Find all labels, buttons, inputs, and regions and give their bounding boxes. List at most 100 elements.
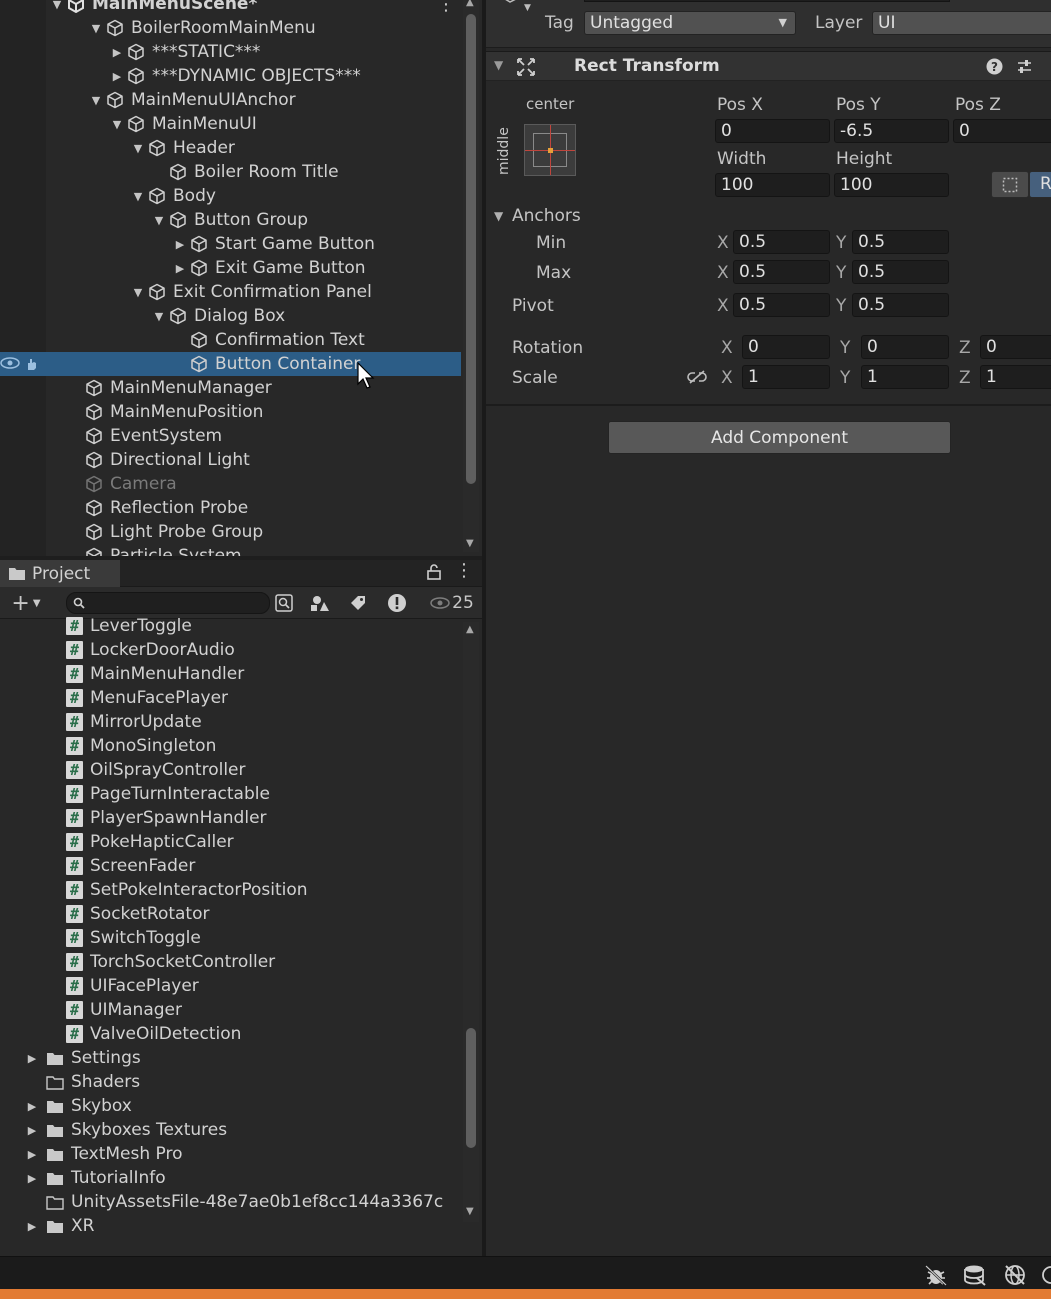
hierarchy-item[interactable]: Camera: [0, 472, 461, 496]
hierarchy-item[interactable]: MainMenuManager: [0, 376, 461, 400]
hierarchy-item[interactable]: ▶ Exit Game Button: [0, 256, 461, 280]
rect-transform-header[interactable]: ▼ Rect Transform ?: [486, 51, 1051, 81]
collapse-arrow-icon[interactable]: ▼: [50, 0, 64, 11]
scroll-down-icon[interactable]: ▼: [466, 1206, 474, 1217]
script-item[interactable]: # UIManager: [0, 998, 461, 1022]
collapse-arrow-icon[interactable]: ▼: [89, 93, 103, 107]
rotation-z-field[interactable]: 0: [980, 335, 1051, 359]
kebab-menu-icon[interactable]: ⋮: [437, 0, 455, 15]
hierarchy-item[interactable]: Confirmation Text: [0, 328, 461, 352]
network-off-icon[interactable]: [1003, 1264, 1027, 1286]
script-item[interactable]: # LockerDoorAudio: [0, 638, 461, 662]
script-item[interactable]: # PlayerSpawnHandler: [0, 806, 461, 830]
raw-edit-button[interactable]: R: [1029, 171, 1051, 198]
scroll-up-icon[interactable]: ▲: [466, 0, 474, 8]
visibility-eye-icon[interactable]: [0, 356, 44, 372]
rotation-y-label[interactable]: Y: [840, 338, 850, 358]
script-item[interactable]: # UIFacePlayer: [0, 974, 461, 998]
layer-dropdown[interactable]: UI: [872, 11, 1051, 35]
lock-icon[interactable]: [427, 564, 441, 585]
expand-arrow-icon[interactable]: ▶: [25, 1171, 39, 1185]
script-item[interactable]: # SwitchToggle: [0, 926, 461, 950]
filter-by-type-icon[interactable]: [307, 591, 333, 615]
scale-y-field[interactable]: 1: [861, 365, 949, 389]
pivot-x-field[interactable]: 0.5: [733, 293, 830, 317]
script-item[interactable]: # MirrorUpdate: [0, 710, 461, 734]
script-item[interactable]: # SetPokeInteractorPosition: [0, 878, 461, 902]
scale-x-label[interactable]: X: [721, 368, 733, 388]
rotation-x-field[interactable]: 0: [742, 335, 830, 359]
min-x-label[interactable]: X: [717, 233, 729, 253]
script-item[interactable]: # ValveOilDetection: [0, 1022, 461, 1046]
expand-arrow-icon[interactable]: ▶: [110, 45, 124, 59]
script-item[interactable]: # TorchSocketController: [0, 950, 461, 974]
scroll-down-icon[interactable]: ▼: [466, 538, 474, 549]
filter-by-label-icon[interactable]: [345, 591, 371, 615]
blueprint-mode-button[interactable]: [991, 171, 1029, 198]
collapse-arrow-icon[interactable]: ▼: [131, 285, 145, 299]
hierarchy-item[interactable]: ▼ MainMenuUIAnchor: [0, 88, 461, 112]
add-component-button[interactable]: Add Component: [608, 421, 951, 454]
hierarchy-item[interactable]: ▼ Button Group: [0, 208, 461, 232]
presets-icon[interactable]: [1016, 58, 1033, 75]
script-item[interactable]: # MenuFacePlayer: [0, 686, 461, 710]
min-y-field[interactable]: 0.5: [852, 230, 949, 254]
max-x-field[interactable]: 0.5: [733, 260, 830, 284]
hierarchy-item[interactable]: Light Probe Group: [0, 520, 461, 544]
expand-arrow-icon[interactable]: ▶: [25, 1051, 39, 1065]
collapse-arrow-icon[interactable]: ▼: [89, 21, 103, 35]
hierarchy-item[interactable]: EventSystem: [0, 424, 461, 448]
hierarchy-item[interactable]: ▼ Body: [0, 184, 461, 208]
folder-item[interactable]: ▶ Settings: [0, 1046, 461, 1070]
script-item[interactable]: # ScreenFader: [0, 854, 461, 878]
scale-y-label[interactable]: Y: [840, 368, 850, 388]
rotation-z-label[interactable]: Z: [959, 338, 971, 358]
script-item[interactable]: # PokeHapticCaller: [0, 830, 461, 854]
hierarchy-item[interactable]: ▼ Exit Confirmation Panel: [0, 280, 461, 304]
hierarchy-item[interactable]: ▼ Dialog Box: [0, 304, 461, 328]
pivot-y-label[interactable]: Y: [836, 296, 846, 316]
tag-dropdown[interactable]: Untagged ▼: [584, 11, 796, 35]
script-item[interactable]: # LeverToggle: [0, 614, 461, 638]
folder-item[interactable]: ▶ Skybox: [0, 1094, 461, 1118]
script-item[interactable]: # SocketRotator: [0, 902, 461, 926]
expand-arrow-icon[interactable]: ▶: [25, 1147, 39, 1161]
hierarchy-item[interactable]: ▼ Header: [0, 136, 461, 160]
tab-project[interactable]: Project: [0, 560, 120, 587]
script-item[interactable]: # MainMenuHandler: [0, 662, 461, 686]
expand-arrow-icon[interactable]: ▶: [25, 1123, 39, 1137]
hierarchy-item[interactable]: Reflection Probe: [0, 496, 461, 520]
pos-x-field[interactable]: 0: [715, 119, 830, 143]
hierarchy-item[interactable]: Boiler Room Title: [0, 160, 461, 184]
min-y-label[interactable]: Y: [836, 233, 846, 253]
hierarchy-item[interactable]: Button Container: [0, 352, 461, 376]
search-by-type-icon[interactable]: [272, 591, 296, 615]
scale-z-field[interactable]: 1: [980, 365, 1051, 389]
height-field[interactable]: 100: [834, 173, 949, 197]
script-item[interactable]: # MonoSingleton: [0, 734, 461, 758]
min-x-field[interactable]: 0.5: [733, 230, 830, 254]
expand-arrow-icon[interactable]: ▶: [173, 237, 187, 251]
create-plus-button[interactable]: + ▼: [6, 591, 46, 616]
scale-z-label[interactable]: Z: [959, 368, 971, 388]
hierarchy-item[interactable]: ▶ Start Game Button: [0, 232, 461, 256]
expand-arrow-icon[interactable]: ▶: [110, 69, 124, 83]
max-y-label[interactable]: Y: [836, 263, 846, 283]
cache-server-icon[interactable]: [963, 1264, 987, 1286]
anchors-expand-icon[interactable]: ▼: [494, 209, 503, 223]
pos-y-field[interactable]: -6.5: [834, 119, 949, 143]
script-item[interactable]: # OilSprayController: [0, 758, 461, 782]
help-icon[interactable]: ?: [986, 58, 1003, 75]
project-scroll-thumb[interactable]: [466, 1028, 476, 1148]
pivot-y-field[interactable]: 0.5: [852, 293, 949, 317]
hierarchy-item[interactable]: ▶ ***DYNAMIC OBJECTS***: [0, 64, 461, 88]
pivot-x-label[interactable]: X: [717, 296, 729, 316]
search-input[interactable]: [66, 592, 270, 614]
hidden-packages-toggle[interactable]: 25: [427, 591, 477, 615]
collapse-arrow-icon[interactable]: ▼: [110, 117, 124, 131]
constrain-proportions-icon[interactable]: [687, 369, 707, 385]
expand-arrow-icon[interactable]: ▶: [173, 261, 187, 275]
debug-bug-icon[interactable]: [924, 1264, 948, 1286]
anchors-label[interactable]: Anchors: [512, 206, 581, 226]
hierarchy-item[interactable]: ▼ MainMenuUI: [0, 112, 461, 136]
